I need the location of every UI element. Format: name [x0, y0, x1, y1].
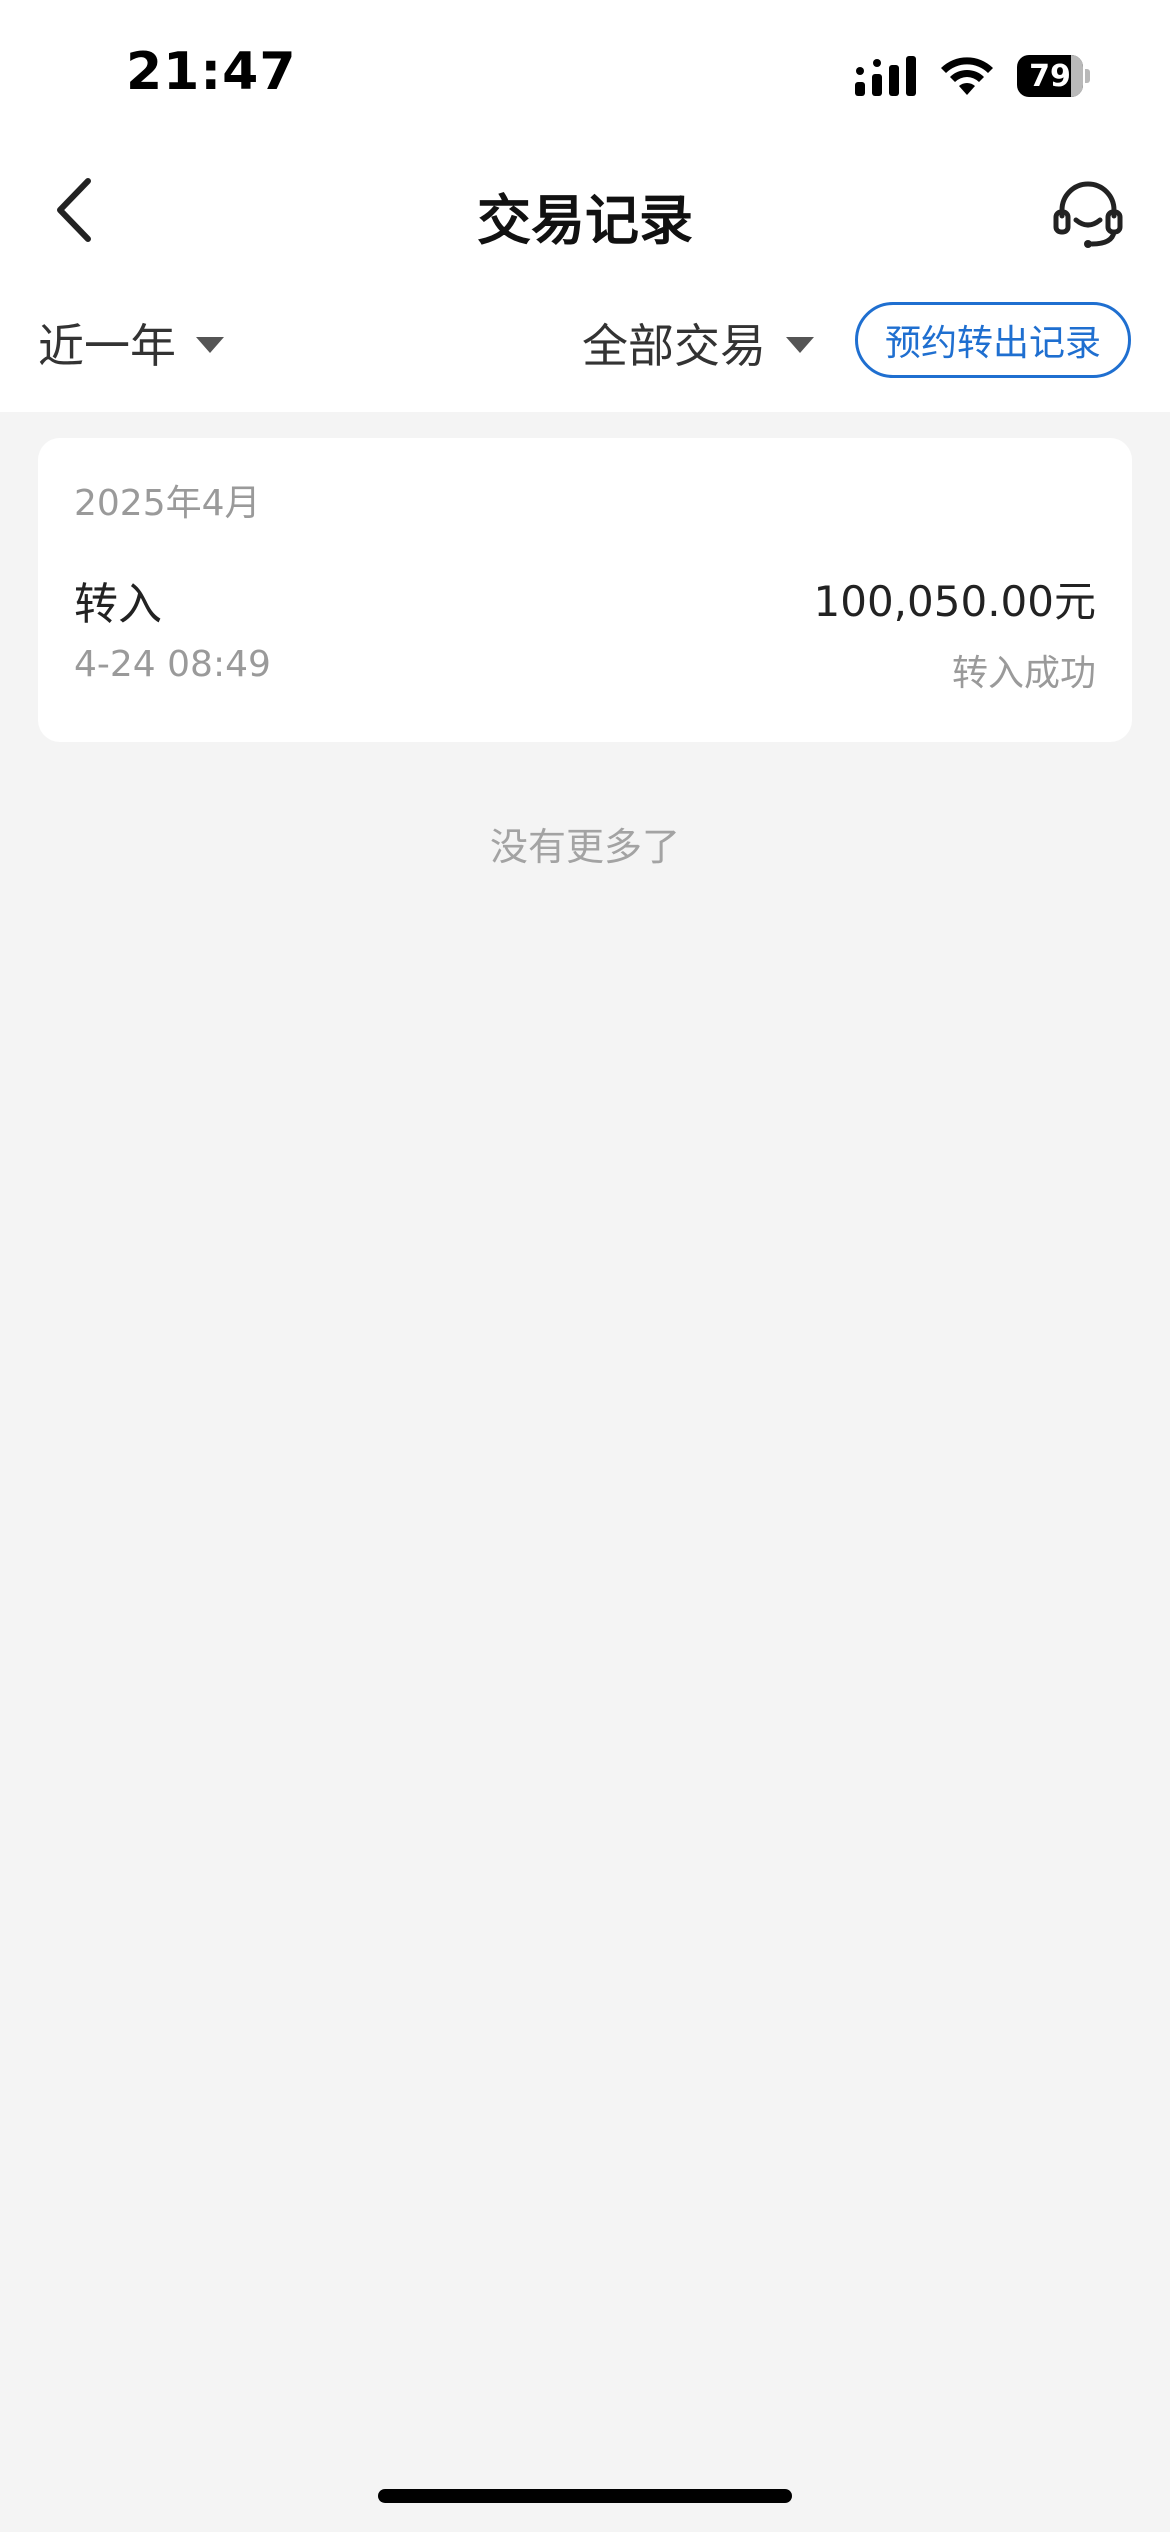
no-more-indicator: 没有更多了: [489, 825, 680, 869]
transaction-type-label: 全部交易: [582, 319, 766, 373]
period-filter-dropdown[interactable]: 近一年: [38, 310, 224, 376]
customer-service-headset-icon: [1053, 181, 1123, 248]
status-bar: 21:47 79: [0, 0, 1170, 150]
filter-bar: 近一年 全部交易 预约转出记录: [0, 270, 1170, 412]
caret-down-icon: [196, 337, 224, 353]
status-icons: 79: [855, 54, 1090, 98]
nav-bar: 交易记录: [0, 150, 1170, 270]
period-filter-label: 近一年: [38, 319, 176, 373]
transaction-card: 2025年4月 转入 100,050.00元 4-24 08:49 转入成功: [38, 438, 1132, 742]
caret-down-icon: [786, 337, 814, 353]
battery-icon: 79: [1017, 55, 1090, 97]
transaction-amount: 100,050.00元: [813, 577, 1096, 626]
transaction-time: 4-24 08:49: [74, 644, 271, 685]
month-header: 2025年4月: [74, 483, 261, 524]
transaction-type: 转入: [74, 579, 162, 630]
scheduled-transfer-records-button[interactable]: 预约转出记录: [855, 302, 1131, 378]
transaction-row[interactable]: 转入 100,050.00元 4-24 08:49 转入成功: [38, 568, 1132, 728]
transaction-status: 转入成功: [951, 653, 1096, 694]
signal-icon: [855, 56, 916, 96]
wifi-icon: [941, 57, 993, 95]
battery-level: 79: [1029, 58, 1071, 94]
customer-service-button[interactable]: [1042, 166, 1134, 258]
transaction-type-dropdown[interactable]: 全部交易: [582, 310, 814, 376]
status-time: 21:47: [126, 42, 297, 102]
page-title: 交易记录: [477, 189, 693, 252]
home-indicator[interactable]: [378, 2489, 792, 2503]
